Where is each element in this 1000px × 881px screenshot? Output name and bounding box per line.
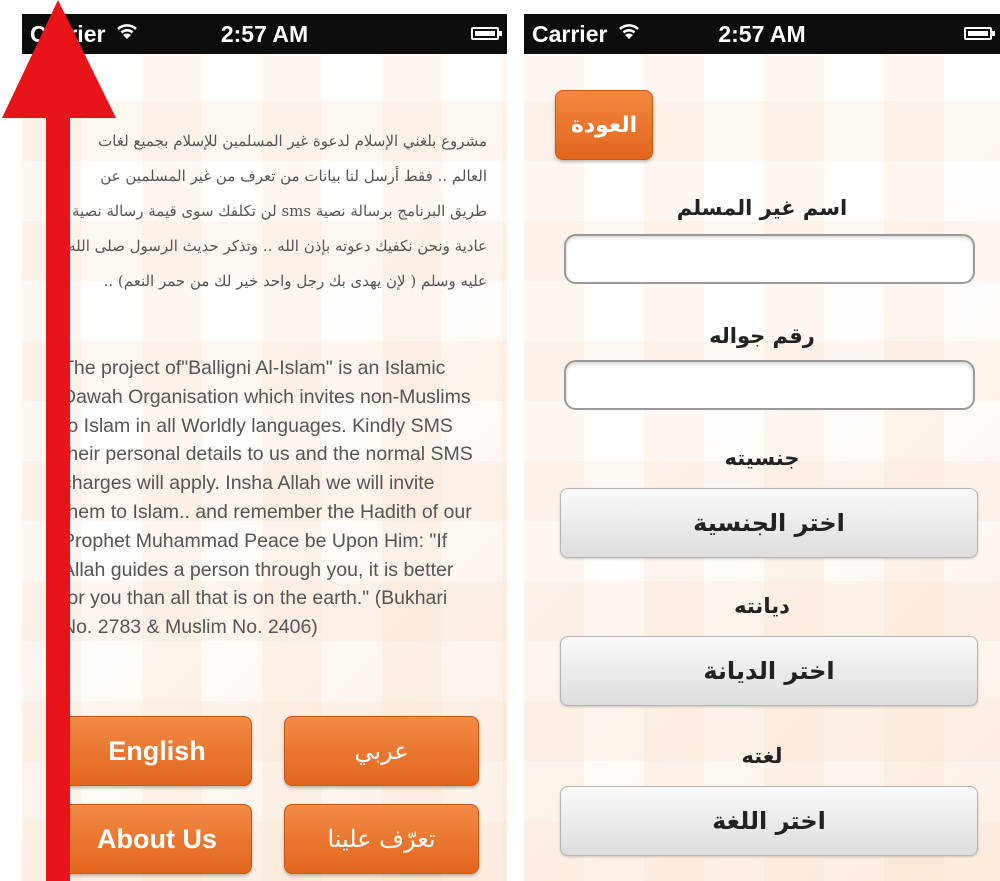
name-field[interactable] bbox=[564, 234, 975, 284]
left-screen: Carrier 2:57 AM مشروع بلغني الإسلام لدعو… bbox=[22, 14, 507, 881]
right-screen: Carrier 2:57 AM العودة اسم غير المسلم رق… bbox=[524, 14, 1000, 881]
nationality-label: جنسيته bbox=[724, 446, 800, 470]
status-bar: Carrier 2:57 AM bbox=[524, 14, 1000, 54]
mobile-label: رقم جواله bbox=[709, 324, 815, 348]
arabic-description: مشروع بلغني الإسلام لدعوة غير المسلمين ل… bbox=[68, 132, 487, 290]
english-button[interactable]: English bbox=[62, 716, 252, 786]
arabic-button[interactable]: عربي bbox=[284, 716, 479, 786]
religion-label: ديانته bbox=[734, 594, 790, 618]
status-time: 2:57 AM bbox=[220, 21, 309, 47]
english-description: The project of"Balligni Al-Islam" is an … bbox=[62, 357, 473, 639]
battery-icon bbox=[471, 27, 502, 40]
back-button[interactable]: العودة bbox=[555, 90, 653, 160]
nationality-select[interactable]: اختر الجنسية bbox=[560, 488, 978, 558]
battery-icon bbox=[964, 27, 995, 40]
about-us-arabic-button[interactable]: تعرّف علينا bbox=[284, 804, 479, 874]
about-us-button[interactable]: About Us bbox=[62, 804, 252, 874]
language-select[interactable]: اختر اللغة bbox=[560, 786, 978, 856]
language-label: لغته bbox=[741, 744, 783, 768]
name-input[interactable] bbox=[566, 236, 973, 282]
status-bar: Carrier 2:57 AM bbox=[22, 14, 507, 54]
mobile-input[interactable] bbox=[566, 362, 973, 408]
mobile-field[interactable] bbox=[564, 360, 975, 410]
religion-select[interactable]: اختر الديانة bbox=[560, 636, 978, 706]
name-label: اسم غير المسلم bbox=[676, 196, 848, 220]
status-time: 2:57 AM bbox=[718, 21, 806, 47]
